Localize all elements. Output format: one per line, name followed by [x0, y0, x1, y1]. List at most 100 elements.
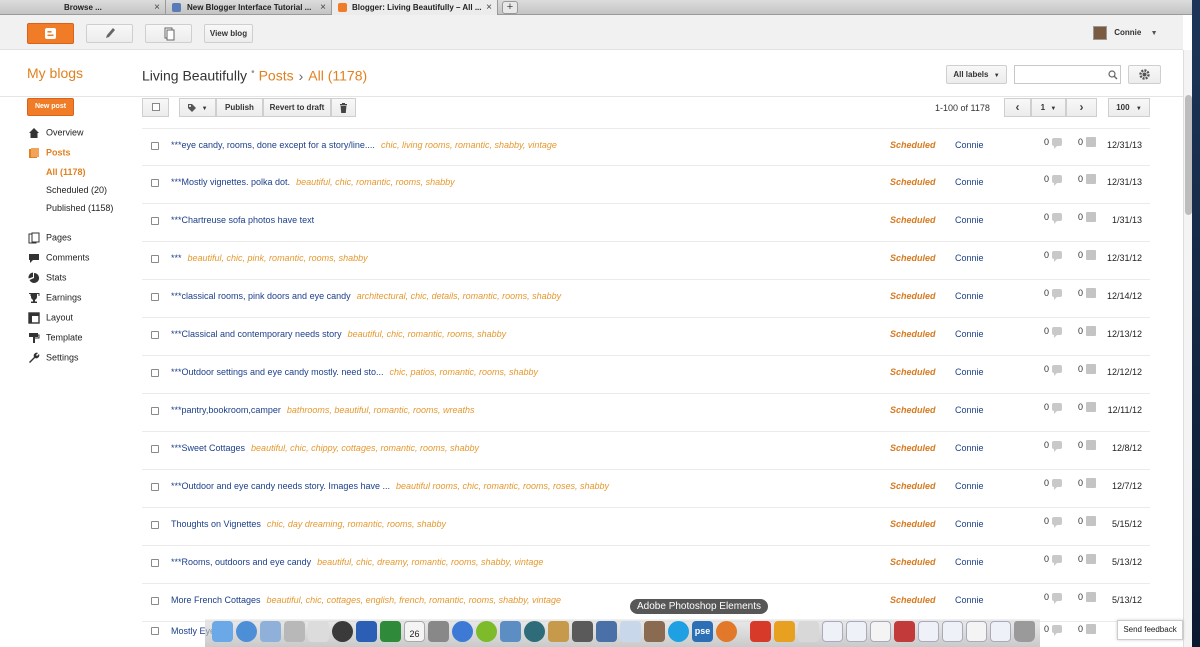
word-icon[interactable] [356, 621, 377, 642]
app-icon[interactable] [284, 621, 305, 642]
new-post-pencil-button[interactable] [86, 24, 133, 43]
sidebar-item-layout[interactable]: Layout [28, 312, 73, 326]
app-icon[interactable] [750, 621, 771, 642]
close-icon[interactable]: × [486, 0, 492, 15]
post-row[interactable]: ***Mostly vignettes. polka dot. beautiful… [142, 166, 1150, 204]
post-title[interactable]: ***Rooms, outdoors and eye candy [171, 557, 311, 567]
per-page-select[interactable]: 100 ▼ [1108, 98, 1150, 117]
new-post-button[interactable]: New post [27, 98, 74, 116]
post-author[interactable]: Connie [955, 367, 984, 377]
label-dropdown-button[interactable]: ▼ [179, 98, 216, 117]
close-icon[interactable]: × [154, 0, 160, 15]
post-title[interactable]: Thoughts on Vignettes [171, 519, 261, 529]
calendar-icon[interactable]: 26 [404, 621, 425, 642]
post-row[interactable]: ***Outdoor settings and eye candy mostly… [142, 356, 1150, 394]
app-icon[interactable] [476, 621, 497, 642]
document-icon[interactable] [918, 621, 939, 642]
photoshop-elements-icon[interactable]: pse [692, 621, 713, 642]
skype-icon[interactable] [668, 621, 689, 642]
row-checkbox[interactable] [151, 369, 159, 377]
post-author[interactable]: Connie [955, 481, 984, 491]
breadcrumb-posts[interactable]: Posts [259, 68, 294, 84]
vertical-scrollbar[interactable] [1183, 50, 1192, 647]
row-checkbox[interactable] [151, 483, 159, 491]
post-title[interactable]: More French Cottages [171, 595, 261, 605]
post-author[interactable]: Connie [955, 557, 984, 567]
all-labels-dropdown[interactable]: All labels ▼ [946, 65, 1007, 84]
sidebar-item-earnings[interactable]: Earnings [28, 292, 82, 306]
post-labels[interactable]: beautiful, chic, pink, romantic, rooms, … [188, 253, 368, 263]
excel-icon[interactable] [380, 621, 401, 642]
post-row[interactable]: ***Classical and contemporary needs stor… [142, 318, 1150, 356]
sidebar-item-overview[interactable]: Overview [28, 127, 84, 141]
post-labels[interactable]: beautiful, chic, dreamy, romantic, rooms… [317, 557, 543, 567]
app-icon[interactable] [428, 621, 449, 642]
search-input[interactable] [1014, 65, 1121, 84]
publish-button[interactable]: Publish [216, 98, 263, 117]
browser-tab[interactable]: Browse ... × [0, 0, 166, 15]
iphoto-icon[interactable] [500, 621, 521, 642]
app-icon[interactable] [620, 621, 641, 642]
post-labels[interactable]: beautiful, chic, romantic, rooms, shabby [296, 177, 455, 187]
post-author[interactable]: Connie [955, 291, 984, 301]
row-checkbox[interactable] [151, 255, 159, 263]
browser-tab-active[interactable]: Blogger: Living Beautifully – All ... × [332, 0, 498, 15]
sidebar-item-stats[interactable]: Stats [28, 272, 67, 286]
sidebar-item-pages[interactable]: Pages [28, 232, 72, 246]
sidebar-subitem-published[interactable]: Published (1158) [46, 203, 113, 213]
revert-to-draft-button[interactable]: Revert to draft [263, 98, 331, 117]
row-checkbox[interactable] [151, 179, 159, 187]
my-blogs-link[interactable]: My blogs [27, 65, 83, 81]
post-title[interactable]: ***Classical and contemporary needs stor… [171, 329, 342, 339]
app-icon[interactable] [524, 621, 545, 642]
document-icon[interactable] [990, 621, 1011, 642]
row-checkbox[interactable] [151, 331, 159, 339]
post-title[interactable]: ***Mostly vignettes. polka dot. [171, 177, 290, 187]
blog-name[interactable]: Living Beautifully [142, 68, 247, 84]
document-icon[interactable] [942, 621, 963, 642]
document-icon[interactable] [870, 621, 891, 642]
trash-icon[interactable] [1014, 621, 1035, 642]
app-icon[interactable] [644, 621, 665, 642]
post-title[interactable]: ***Sweet Cottages [171, 443, 245, 453]
browser-tab[interactable]: New Blogger Interface Tutorial ... × [166, 0, 332, 15]
post-author[interactable]: Connie [955, 519, 984, 529]
post-labels[interactable]: chic, living rooms, romantic, shabby, vi… [381, 140, 557, 150]
row-checkbox[interactable] [151, 559, 159, 567]
app-icon[interactable] [572, 621, 593, 642]
settings-gear-button[interactable] [1128, 65, 1161, 84]
previous-page-button[interactable]: ‹ [1004, 98, 1031, 117]
scrollbar-thumb[interactable] [1185, 95, 1192, 215]
breadcrumb-filter[interactable]: All (1178) [308, 68, 367, 84]
send-feedback-button[interactable]: Send feedback [1117, 620, 1183, 640]
post-labels[interactable]: architectural, chic, details, romantic, … [357, 291, 562, 301]
sidebar-item-settings[interactable]: Settings [28, 352, 79, 366]
app-icon[interactable] [798, 621, 819, 642]
post-author[interactable]: Connie [955, 595, 984, 605]
post-author[interactable]: Connie [955, 215, 984, 225]
new-tab-button[interactable]: + [502, 1, 518, 14]
select-all-checkbox-button[interactable] [142, 98, 169, 117]
safari-icon[interactable] [236, 621, 257, 642]
post-title[interactable]: ***classical rooms, pink doors and eye c… [171, 291, 351, 301]
sidebar-item-template[interactable]: Template [28, 332, 83, 346]
sidebar-subitem-all[interactable]: All (1178) [46, 167, 86, 177]
row-checkbox[interactable] [151, 407, 159, 415]
row-checkbox[interactable] [151, 217, 159, 225]
post-row[interactable]: ***Outdoor and eye candy needs story. Im… [142, 470, 1150, 508]
row-checkbox[interactable] [151, 445, 159, 453]
clock-icon[interactable] [332, 621, 353, 642]
delete-button[interactable] [331, 98, 356, 117]
document-icon[interactable] [966, 621, 987, 642]
app-icon[interactable] [894, 621, 915, 642]
row-checkbox[interactable] [151, 293, 159, 301]
post-labels[interactable]: beautiful, chic, cottages, english, fren… [267, 595, 562, 605]
user-menu[interactable]: Connie ▼ [1093, 26, 1158, 40]
mail-icon[interactable] [260, 621, 281, 642]
close-icon[interactable]: × [320, 0, 326, 15]
post-title[interactable]: ***Chartreuse sofa photos have text [171, 215, 314, 225]
post-title[interactable]: *** [171, 253, 182, 263]
post-row[interactable]: Thoughts on Vignettes chic, day dreaming,… [142, 508, 1150, 546]
row-checkbox[interactable] [151, 627, 159, 635]
post-labels[interactable]: beautiful, chic, romantic, rooms, shabby [348, 329, 507, 339]
